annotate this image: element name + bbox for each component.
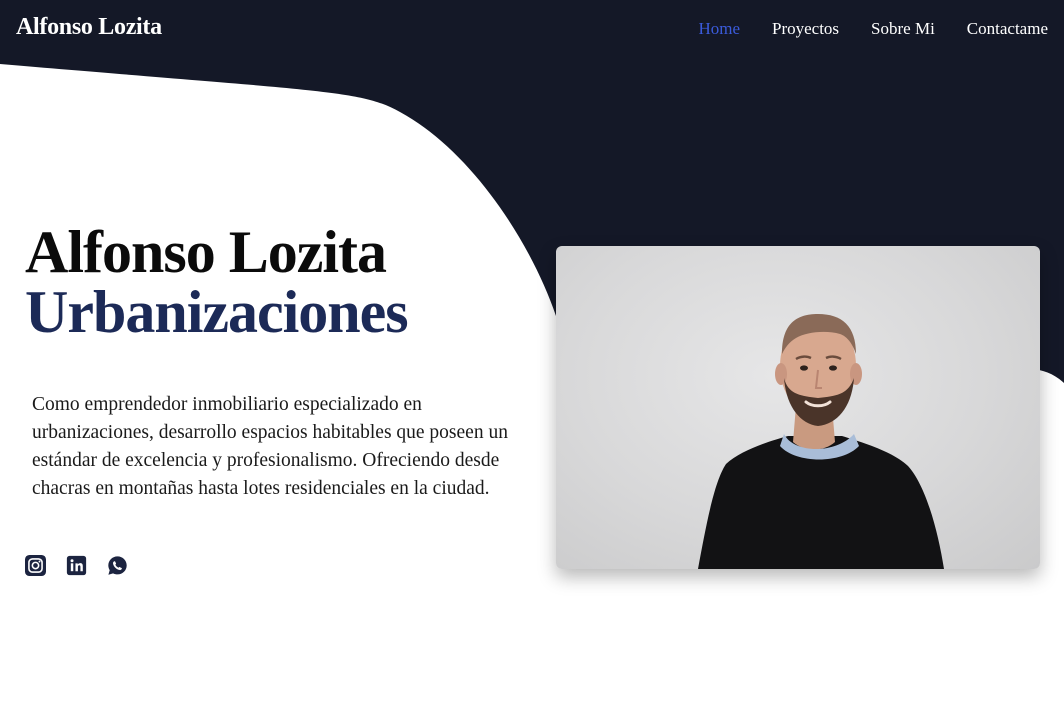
hero-title: Alfonso Lozita Urbanizaciones — [25, 219, 409, 345]
top-navbar: Alfonso Lozita Home Proyectos Sobre Mi C… — [0, 0, 1064, 60]
portrait-photo — [556, 246, 1040, 569]
social-links — [25, 555, 128, 576]
instagram-icon[interactable] — [25, 555, 46, 576]
nav-links: Home Proyectos Sobre Mi Contactame — [698, 19, 1048, 39]
hero-title-subtitle: Urbanizaciones — [25, 279, 409, 345]
whatsapp-icon[interactable] — [107, 555, 128, 576]
nav-link-contactame[interactable]: Contactame — [967, 19, 1048, 39]
linkedin-icon[interactable] — [66, 555, 87, 576]
nav-link-home[interactable]: Home — [698, 19, 740, 39]
hero-description: Como emprendedor inmobiliario especializ… — [32, 394, 508, 499]
nav-link-proyectos[interactable]: Proyectos — [772, 19, 839, 39]
nav-link-sobre-mi[interactable]: Sobre Mi — [871, 19, 935, 39]
hero-title-name: Alfonso Lozita — [25, 219, 387, 285]
brand-logo-text[interactable]: Alfonso Lozita — [16, 14, 162, 41]
page: Alfonso Lozita Home Proyectos Sobre Mi C… — [0, 0, 1064, 728]
portrait-illustration — [698, 314, 944, 569]
